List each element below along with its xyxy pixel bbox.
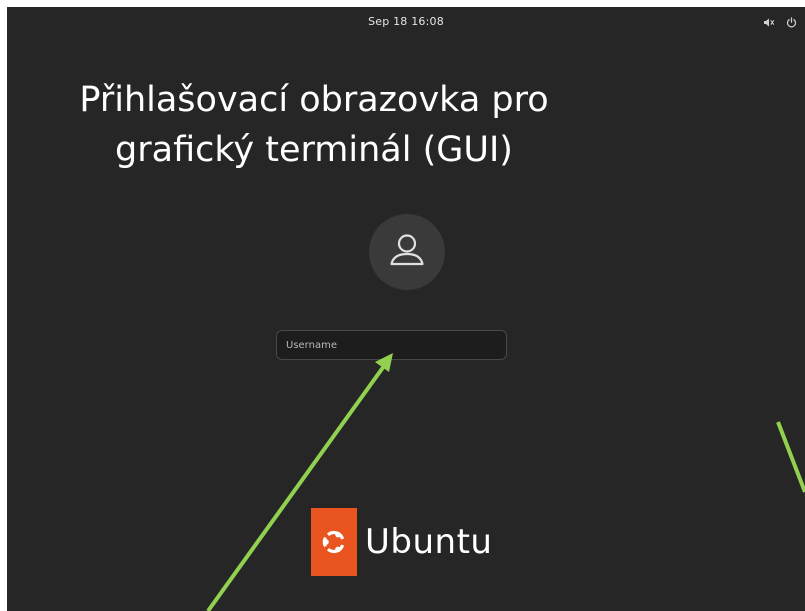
annotation-title-line-1: Přihlašovací obrazovka pro (79, 80, 549, 120)
system-menu[interactable] (763, 7, 797, 37)
user-icon (387, 230, 427, 275)
power-icon (786, 16, 797, 28)
username-input[interactable] (276, 330, 507, 360)
volume-muted-icon (763, 17, 775, 28)
annotation-title-line-2: grafický terminál (GUI) (115, 130, 513, 170)
user-avatar (369, 214, 445, 290)
ubuntu-logo: Ubuntu (311, 508, 492, 576)
ubuntu-logo-text: Ubuntu (365, 522, 493, 562)
slide-frame: Sep 18 16:08 Přihlašovací obrazovka pro … (0, 0, 805, 611)
clock[interactable]: Sep 18 16:08 (7, 7, 805, 37)
ubuntu-circle-of-friends-icon (311, 508, 357, 576)
annotation-title: Přihlašovací obrazovka pro grafický term… (0, 75, 628, 175)
top-bar: Sep 18 16:08 (7, 7, 805, 37)
